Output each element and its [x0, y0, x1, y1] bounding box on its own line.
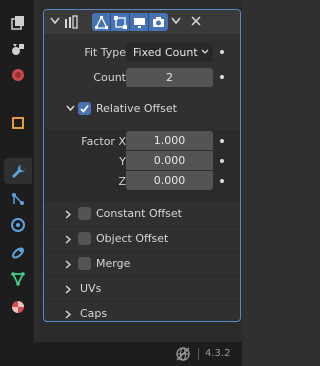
chevron-right-icon: [65, 260, 71, 269]
constant-offset-header[interactable]: Constant Offset: [44, 202, 240, 226]
factor-x-label: Factor X: [81, 135, 126, 148]
constant-offset-label: Constant Offset: [96, 207, 182, 220]
realtime-viewport-icon: [133, 17, 145, 28]
collapse-chevron-icon[interactable]: [50, 17, 60, 25]
factor-y-label: Y: [119, 155, 126, 168]
modifier-wrench-icon: [12, 165, 25, 178]
tab-particles[interactable]: [4, 186, 32, 212]
properties-tab-strip: [0, 0, 34, 342]
tab-material[interactable]: [4, 294, 32, 320]
merge-header[interactable]: Merge: [44, 252, 240, 276]
tab-data[interactable]: [4, 266, 32, 292]
chevron-down-icon: [66, 105, 75, 112]
count-row: Count 2: [44, 67, 240, 89]
fit-type-label: Fit Type: [84, 46, 126, 59]
animate-property-dot[interactable]: [220, 179, 224, 183]
fit-type-value: Fixed Count: [133, 46, 198, 59]
tab-modifiers[interactable]: [4, 158, 32, 184]
count-label: Count: [93, 71, 126, 84]
count-field[interactable]: 2: [126, 68, 213, 87]
object-offset-header[interactable]: Object Offset: [44, 227, 240, 251]
array-modifier-panel: Fit Type Fixed Count Count 2 Relative Of…: [43, 9, 241, 322]
animate-property-dot[interactable]: [220, 50, 224, 54]
edit-mode-icon: [94, 15, 108, 29]
modifier-visibility-toggles: [92, 13, 168, 31]
render-toggle[interactable]: [149, 13, 168, 31]
tab-physics[interactable]: [4, 212, 32, 238]
caps-header[interactable]: Caps: [44, 302, 240, 326]
merge-label: Merge: [96, 257, 131, 270]
world-icon: [12, 69, 24, 81]
close-icon[interactable]: [190, 15, 202, 27]
tab-constraints[interactable]: [4, 240, 32, 266]
on-cage-icon: [113, 15, 127, 29]
uvs-header[interactable]: UVs: [44, 277, 240, 301]
material-icon: [12, 301, 24, 313]
relative-offset-header[interactable]: Relative Offset: [44, 97, 240, 121]
merge-checkbox[interactable]: [78, 257, 91, 270]
constant-offset-checkbox[interactable]: [78, 207, 91, 220]
version-label: 4.3.2: [205, 348, 231, 359]
tab-world[interactable]: [4, 62, 32, 88]
physics-icon: [11, 218, 25, 232]
factor-y-field[interactable]: 0.000: [126, 151, 213, 170]
object-offset-label: Object Offset: [96, 232, 169, 245]
render-camera-icon: [153, 16, 164, 27]
animate-property-dot[interactable]: [220, 159, 224, 163]
data-mesh-icon: [11, 272, 25, 287]
properties-editor: Fit Type Fixed Count Count 2 Relative Of…: [36, 0, 242, 342]
constraints-icon: [12, 247, 24, 259]
chevron-right-icon: [65, 235, 71, 244]
fit-type-dropdown[interactable]: Fixed Count: [126, 43, 213, 62]
tab-object[interactable]: [4, 110, 32, 136]
on-cage-toggle[interactable]: [111, 13, 130, 31]
relative-offset-factor-fields: 1.000 0.000 0.000: [126, 131, 213, 191]
fit-type-row: Fit Type Fixed Count: [44, 42, 240, 64]
chevron-down-icon: [201, 49, 209, 54]
relative-offset-checkbox[interactable]: [78, 102, 91, 115]
modifier-menu-chevron-icon[interactable]: [171, 17, 181, 25]
caps-label: Caps: [80, 307, 108, 320]
status-bar: 4.3.2: [0, 342, 242, 366]
chevron-right-icon: [65, 210, 71, 219]
status-separator: [198, 348, 199, 360]
tab-scene[interactable]: [4, 36, 32, 62]
particles-icon: [12, 193, 24, 205]
chevron-right-icon: [65, 285, 71, 294]
animate-property-dot[interactable]: [220, 75, 224, 79]
edit-mode-toggle[interactable]: [92, 13, 111, 31]
modifier-header: [44, 10, 240, 34]
realtime-viewport-toggle[interactable]: [130, 13, 149, 31]
object-icon: [12, 117, 24, 129]
view-layer-icon: [11, 16, 24, 30]
tab-view-layer[interactable]: [4, 10, 32, 36]
checkmark-icon: [80, 104, 89, 113]
factor-z-field[interactable]: 0.000: [126, 171, 213, 190]
factor-x-field[interactable]: 1.000: [126, 131, 213, 150]
scene-icon: [12, 44, 24, 55]
chevron-right-icon: [65, 310, 71, 319]
uvs-label: UVs: [80, 282, 102, 295]
animate-property-dot[interactable]: [220, 139, 224, 143]
array-modifier-icon: [65, 15, 78, 29]
network-status-icon[interactable]: [175, 346, 191, 362]
factor-z-label: Z: [118, 175, 126, 188]
object-offset-checkbox[interactable]: [78, 232, 91, 245]
relative-offset-label: Relative Offset: [96, 102, 177, 115]
